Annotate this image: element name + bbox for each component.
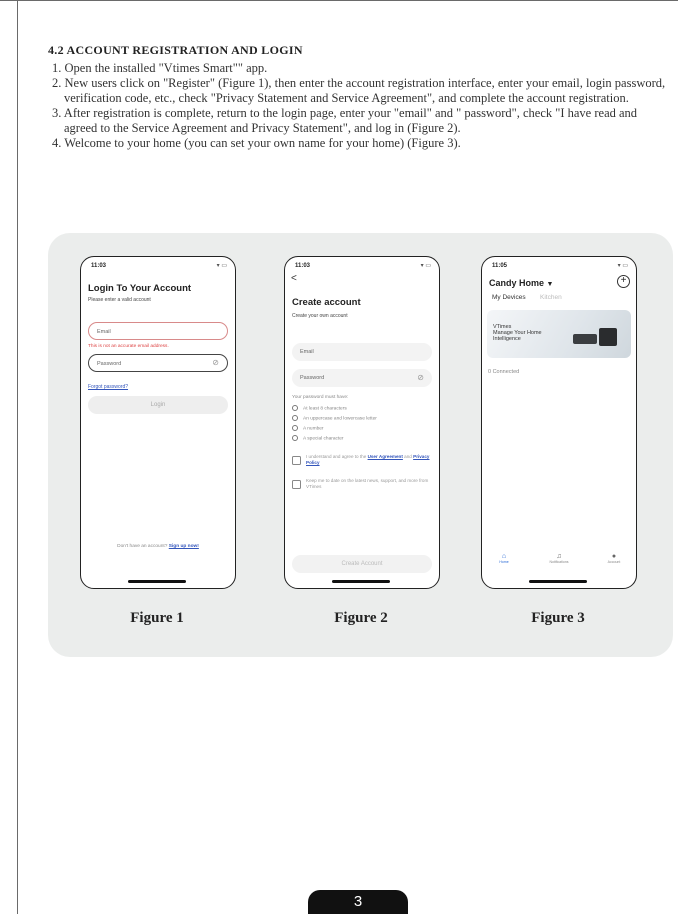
banner-text: VTimes Manage Your Home Intelligence xyxy=(493,324,542,343)
home-name: Candy Home xyxy=(489,278,545,288)
nav-home-label: Home xyxy=(499,560,509,564)
password-rules-heading: Your password must have: xyxy=(292,395,349,400)
password-rule-text: At least 8 characters xyxy=(303,406,347,412)
signup-link[interactable]: Sign up now! xyxy=(169,544,199,549)
password-rule: An uppercase and lowercase letter xyxy=(292,415,377,421)
page-frame-top xyxy=(0,0,678,1)
step-item: 4. Welcome to your home (you can set you… xyxy=(52,136,461,150)
password-rule: A number xyxy=(292,425,324,431)
create-account-subtitle: Create your own account xyxy=(292,313,348,319)
agreement-and: and xyxy=(404,454,412,459)
bottom-nav: ⌂ Home ♫ Notifications ● Account xyxy=(482,553,636,573)
status-time: 11:05 xyxy=(492,263,508,269)
steps-list: 1. Open the installed "Vtimes Smart"" ap… xyxy=(48,61,668,151)
figure3-caption: Figure 3 xyxy=(531,610,585,626)
home-indicator xyxy=(529,580,587,583)
password-rule-text: An uppercase and lowercase letter xyxy=(303,416,377,422)
figure1-phone: 11:03 ▾ ▭ Login To Your Account Please e… xyxy=(80,256,236,589)
circle-icon xyxy=(292,405,298,411)
home-name-selector[interactable]: Candy Home ▼ xyxy=(489,278,553,288)
email-placeholder: Email xyxy=(300,349,314,355)
battery-icon: ▭ xyxy=(221,263,227,269)
nav-account[interactable]: ● Account xyxy=(602,553,626,564)
agreement-checkbox[interactable] xyxy=(292,456,301,465)
wifi-icon: ▾ xyxy=(216,263,220,269)
page-number: 3 xyxy=(308,890,408,914)
create-account-button[interactable]: Create Account xyxy=(292,555,432,573)
caret-down-icon: ▼ xyxy=(546,281,554,288)
appliance-image xyxy=(573,334,597,344)
connected-count: 0 Connected xyxy=(488,369,520,375)
home-indicator xyxy=(332,580,390,583)
wifi-icon: ▾ xyxy=(420,263,424,269)
agreement-text: I understand and agree to the User Agree… xyxy=(306,454,431,466)
page-frame-left xyxy=(17,0,18,914)
tab-my-devices[interactable]: My Devices xyxy=(492,294,526,301)
user-agreement-link[interactable]: User Agreement xyxy=(368,454,403,459)
figure1-caption: Figure 1 xyxy=(130,610,184,626)
figure2-phone: 11:03 ▾ ▭ < Create account Create your o… xyxy=(284,256,440,589)
nav-notifications-label: Notifications xyxy=(549,560,569,564)
home-indicator xyxy=(128,580,186,583)
agreement-label: I understand and agree to the xyxy=(306,454,367,459)
circle-icon xyxy=(292,415,298,421)
email-input[interactable]: Email xyxy=(292,343,432,361)
figure2-caption: Figure 2 xyxy=(334,610,388,626)
tab-kitchen[interactable]: Kitchen xyxy=(540,294,562,301)
status-icons: ▾ ▭ xyxy=(217,262,227,269)
forgot-password-link[interactable]: Forgot password? xyxy=(88,384,128,390)
battery-icon: ▭ xyxy=(622,263,628,269)
wifi-icon: ▾ xyxy=(617,263,621,269)
step-item: 1. Open the installed "Vtimes Smart"" ap… xyxy=(52,61,268,75)
section-title: 4.2 ACCOUNT REGISTRATION AND LOGIN xyxy=(48,43,303,57)
home-icon: ⌂ xyxy=(501,553,507,560)
newsletter-checkbox[interactable] xyxy=(292,480,301,489)
login-subtitle: Please enter a valid account xyxy=(88,297,151,303)
section-content: 4.2 ACCOUNT REGISTRATION AND LOGIN 1. Op… xyxy=(48,43,668,151)
login-title: Login To Your Account xyxy=(88,283,192,294)
circle-icon xyxy=(292,425,298,431)
eye-off-icon[interactable]: ⊘ xyxy=(212,355,219,371)
email-input[interactable]: Email xyxy=(88,322,228,340)
step-item: 2. New users click on "Register" (Figure… xyxy=(52,76,666,105)
password-rule: At least 8 characters xyxy=(292,405,347,411)
password-rule-text: A special character xyxy=(303,436,344,442)
add-icon[interactable]: + xyxy=(617,275,630,288)
password-placeholder: Password xyxy=(300,375,325,381)
signup-prompt: Don't have an account? Sign up now! xyxy=(81,544,235,549)
create-account-title: Create account xyxy=(292,297,361,308)
bell-icon: ♫ xyxy=(556,553,562,560)
signup-prompt-text: Don't have an account? xyxy=(117,544,168,549)
figure3-phone: 11:05 ▾ ▭ Candy Home ▼ + My Devices Kitc… xyxy=(481,256,637,589)
password-input[interactable]: Password ⊘ xyxy=(292,369,432,387)
circle-icon xyxy=(292,435,298,441)
login-button[interactable]: Login xyxy=(88,396,228,414)
password-rule-text: A number xyxy=(303,426,324,432)
back-icon[interactable]: < xyxy=(291,273,297,284)
nav-notifications[interactable]: ♫ Notifications xyxy=(544,553,574,564)
nav-home[interactable]: ⌂ Home xyxy=(494,553,514,564)
promo-banner[interactable]: VTimes Manage Your Home Intelligence xyxy=(487,310,631,358)
password-input[interactable]: Password ⊘ xyxy=(88,354,228,372)
email-error: This is not an accurate email address. xyxy=(88,344,169,349)
status-time: 11:03 xyxy=(295,263,311,269)
eye-off-icon[interactable]: ⊘ xyxy=(417,369,424,387)
banner-line2: Intelligence xyxy=(493,336,521,343)
nav-account-label: Account xyxy=(607,560,621,564)
email-placeholder: Email xyxy=(97,329,111,335)
newsletter-text: Keep me to date on the latest news, supp… xyxy=(306,478,429,489)
status-icons: ▾ ▭ xyxy=(421,262,431,269)
appliance-image xyxy=(599,328,617,346)
user-icon: ● xyxy=(611,553,617,560)
password-placeholder: Password xyxy=(97,361,122,367)
password-rule: A special character xyxy=(292,435,344,441)
battery-icon: ▭ xyxy=(425,263,431,269)
status-icons: ▾ ▭ xyxy=(618,262,628,269)
step-item: 3. After registration is complete, retur… xyxy=(52,106,638,135)
figures-panel: 11:03 ▾ ▭ Login To Your Account Please e… xyxy=(48,233,673,657)
status-time: 11:03 xyxy=(91,263,107,269)
